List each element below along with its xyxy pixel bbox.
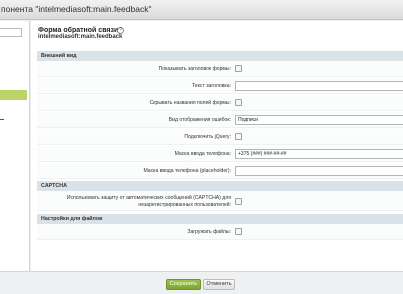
use-captcha-checkbox[interactable] xyxy=(235,198,242,205)
row-connect-jquery: Подключить jQuery: xyxy=(37,129,403,145)
upload-files-checkbox[interactable] xyxy=(235,228,242,235)
row-upload-files: Загружать файлы: xyxy=(37,224,403,240)
form-title: Форма обратной связи xyxy=(38,27,119,34)
phone-placeholder-input[interactable] xyxy=(235,166,403,176)
hide-field-names-checkbox[interactable] xyxy=(235,99,242,106)
field-label: Текст заголовка: xyxy=(191,83,231,89)
row-phone-placeholder: Маска ввода телефона (placeholder): xyxy=(37,163,403,179)
left-selected-item[interactable] xyxy=(0,90,27,100)
field-label: Показывать заголовок формы: xyxy=(158,66,231,72)
row-use-captcha: Использовать защиту от автоматических со… xyxy=(37,191,403,211)
field-label-line: Использовать защиту от автоматических со… xyxy=(66,195,231,201)
help-icon[interactable]: ? xyxy=(117,27,124,34)
cancel-button[interactable]: Отменить xyxy=(203,279,235,290)
left-search-input[interactable] xyxy=(0,28,22,37)
dialog-titlebar[interactable]: понента "intelmediasoft:main.feedback" xyxy=(0,0,403,20)
row-title-text: Текст заголовка: xyxy=(37,78,403,94)
row-hide-field-names: Скрывать названия полей формы: xyxy=(37,95,403,111)
show-form-title-checkbox[interactable] xyxy=(235,65,242,72)
field-label: Вид отображения ошибок: xyxy=(168,117,231,123)
field-label: Подключить jQuery: xyxy=(184,134,231,140)
row-error-view: Вид отображения ошибок: Подписи xyxy=(37,112,403,128)
save-button[interactable]: Сохранить xyxy=(166,279,201,290)
field-label: Маска ввода телефона: xyxy=(174,151,231,157)
section-files: Настройки для файлов xyxy=(37,214,403,224)
row-phone-mask: Маска ввода телефона: +375 (###) ###-##-… xyxy=(37,146,403,162)
left-pane xyxy=(0,21,30,271)
section-title: CAPTCHA xyxy=(41,183,67,189)
section-captcha: CAPTCHA xyxy=(37,181,403,191)
phone-mask-input[interactable]: +375 (###) ###-##-## xyxy=(235,149,403,159)
section-title: Настройки для файлов xyxy=(41,216,103,222)
field-label-line: незарегистрированных пользователей: xyxy=(138,202,231,208)
dialog-title: понента "intelmediasoft:main.feedback" xyxy=(1,4,152,14)
title-text-input[interactable] xyxy=(235,81,403,91)
settings-panel: Форма обратной связи ? intelmediasoft:ma… xyxy=(31,21,403,271)
error-view-select[interactable]: Подписи xyxy=(235,115,403,125)
component-code: intelmediasoft:main.feedback xyxy=(38,34,123,40)
field-label: Загружать файлы: xyxy=(187,229,231,235)
connect-jquery-checkbox[interactable] xyxy=(235,133,242,140)
section-appearance: Внешний вид xyxy=(37,51,403,61)
section-title: Внешний вид xyxy=(41,53,77,59)
field-label: Использовать защиту от автоматических со… xyxy=(67,195,231,209)
dialog-footer: Сохранить Отменить xyxy=(0,271,403,294)
field-label: Скрывать названия полей формы: xyxy=(149,100,231,106)
left-list-marker xyxy=(0,119,4,120)
field-label: Маска ввода телефона (placeholder): xyxy=(143,168,231,174)
row-show-form-title: Показывать заголовок формы: xyxy=(37,61,403,77)
